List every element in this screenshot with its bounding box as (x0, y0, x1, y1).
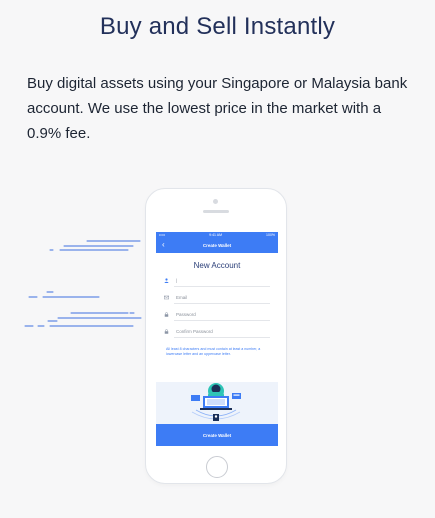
confirm-password-field-placeholder: Confirm Password (176, 329, 213, 334)
confirm-password-field[interactable]: Confirm Password (164, 321, 270, 338)
section-description: Buy digital assets using your Singapore … (27, 75, 408, 142)
name-field-value: | (176, 278, 178, 283)
nav-title: Create Wallet (202, 243, 232, 248)
carrier-signal: ••••• (159, 233, 166, 237)
lock-icon (164, 312, 169, 317)
email-field[interactable]: Email (164, 287, 270, 304)
battery-level: 100% (266, 233, 275, 237)
phone-camera (213, 199, 218, 204)
lock-icon (164, 329, 169, 334)
wallet-illustration (156, 382, 278, 424)
password-field[interactable]: Password (164, 304, 270, 321)
phone-speaker (203, 210, 229, 213)
nav-bar: ‹ Create Wallet (156, 238, 278, 253)
form-title: New Account (193, 261, 241, 270)
email-icon (164, 295, 169, 300)
create-wallet-button[interactable]: Create Wallet (156, 424, 278, 446)
status-time: 9:41 AM (209, 233, 223, 237)
phone-screen: ••••• 9:41 AM 100% ‹ Create Wallet New A… (156, 232, 278, 446)
name-field[interactable]: | (164, 270, 270, 287)
home-button[interactable] (206, 456, 228, 478)
user-icon (164, 278, 169, 283)
person-laptop-illustration (191, 383, 241, 421)
phone-mockup: ••••• 9:41 AM 100% ‹ Create Wallet New A… (145, 188, 287, 484)
section-title: Buy and Sell Instantly (99, 13, 336, 40)
email-field-placeholder: Email (176, 295, 188, 300)
password-hint: All least 8 characters and must contain … (166, 347, 261, 356)
chevron-left-icon[interactable]: ‹ (162, 241, 165, 249)
password-field-placeholder: Password (176, 312, 196, 317)
